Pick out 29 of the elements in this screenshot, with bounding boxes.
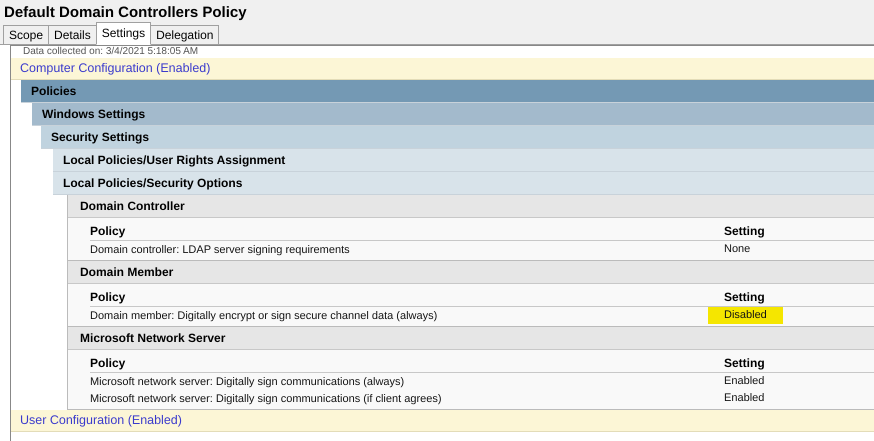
section-heading: Domain Controller	[68, 195, 874, 218]
configuration-heading[interactable]: User Configuration (Enabled)	[11, 410, 874, 432]
category-heading[interactable]: Local Policies/Security Options	[53, 172, 874, 195]
setting-value: None	[723, 242, 752, 257]
column-header: Policy	[90, 356, 126, 372]
column-header: Setting	[724, 290, 766, 306]
policy-name: Microsoft network server: Digitally sign communications (if client agrees)	[90, 392, 443, 404]
category-heading[interactable]: Windows Settings	[32, 103, 874, 126]
tab[interactable]: Settings	[96, 22, 152, 45]
tab[interactable]: Delegation	[150, 25, 220, 44]
setting-value: Enabled	[723, 374, 766, 389]
configuration-heading[interactable]: Computer Configuration (Enabled)	[11, 58, 874, 80]
category-heading[interactable]: Security Settings	[41, 126, 874, 149]
tab[interactable]: Scope	[3, 25, 50, 44]
policy-name: Domain controller: LDAP server signing requirements	[90, 244, 351, 256]
policy-name: Domain member: Digitally encrypt or sign secure channel data (always)	[90, 310, 438, 322]
category-heading[interactable]: Local Policies/User Rights Assignment	[53, 149, 874, 172]
column-header: Policy	[90, 224, 126, 240]
setting-value: Enabled	[723, 391, 766, 406]
column-header: Policy	[90, 290, 126, 306]
setting-value: Disabled	[708, 307, 783, 324]
column-header: Setting	[724, 356, 766, 372]
section-heading: Microsoft Network Server	[68, 327, 874, 350]
policy-name: Microsoft network server: Digitally sign communications (always)	[90, 376, 406, 388]
data-collected-text: Data collected on: 3/4/2021 5:18:05 AM	[22, 46, 200, 58]
column-header: Setting	[724, 224, 766, 240]
window-title: Default Domain Controllers Policy	[3, 3, 248, 23]
category-heading[interactable]: Policies	[21, 80, 874, 103]
section-heading: Domain Member	[68, 261, 874, 284]
